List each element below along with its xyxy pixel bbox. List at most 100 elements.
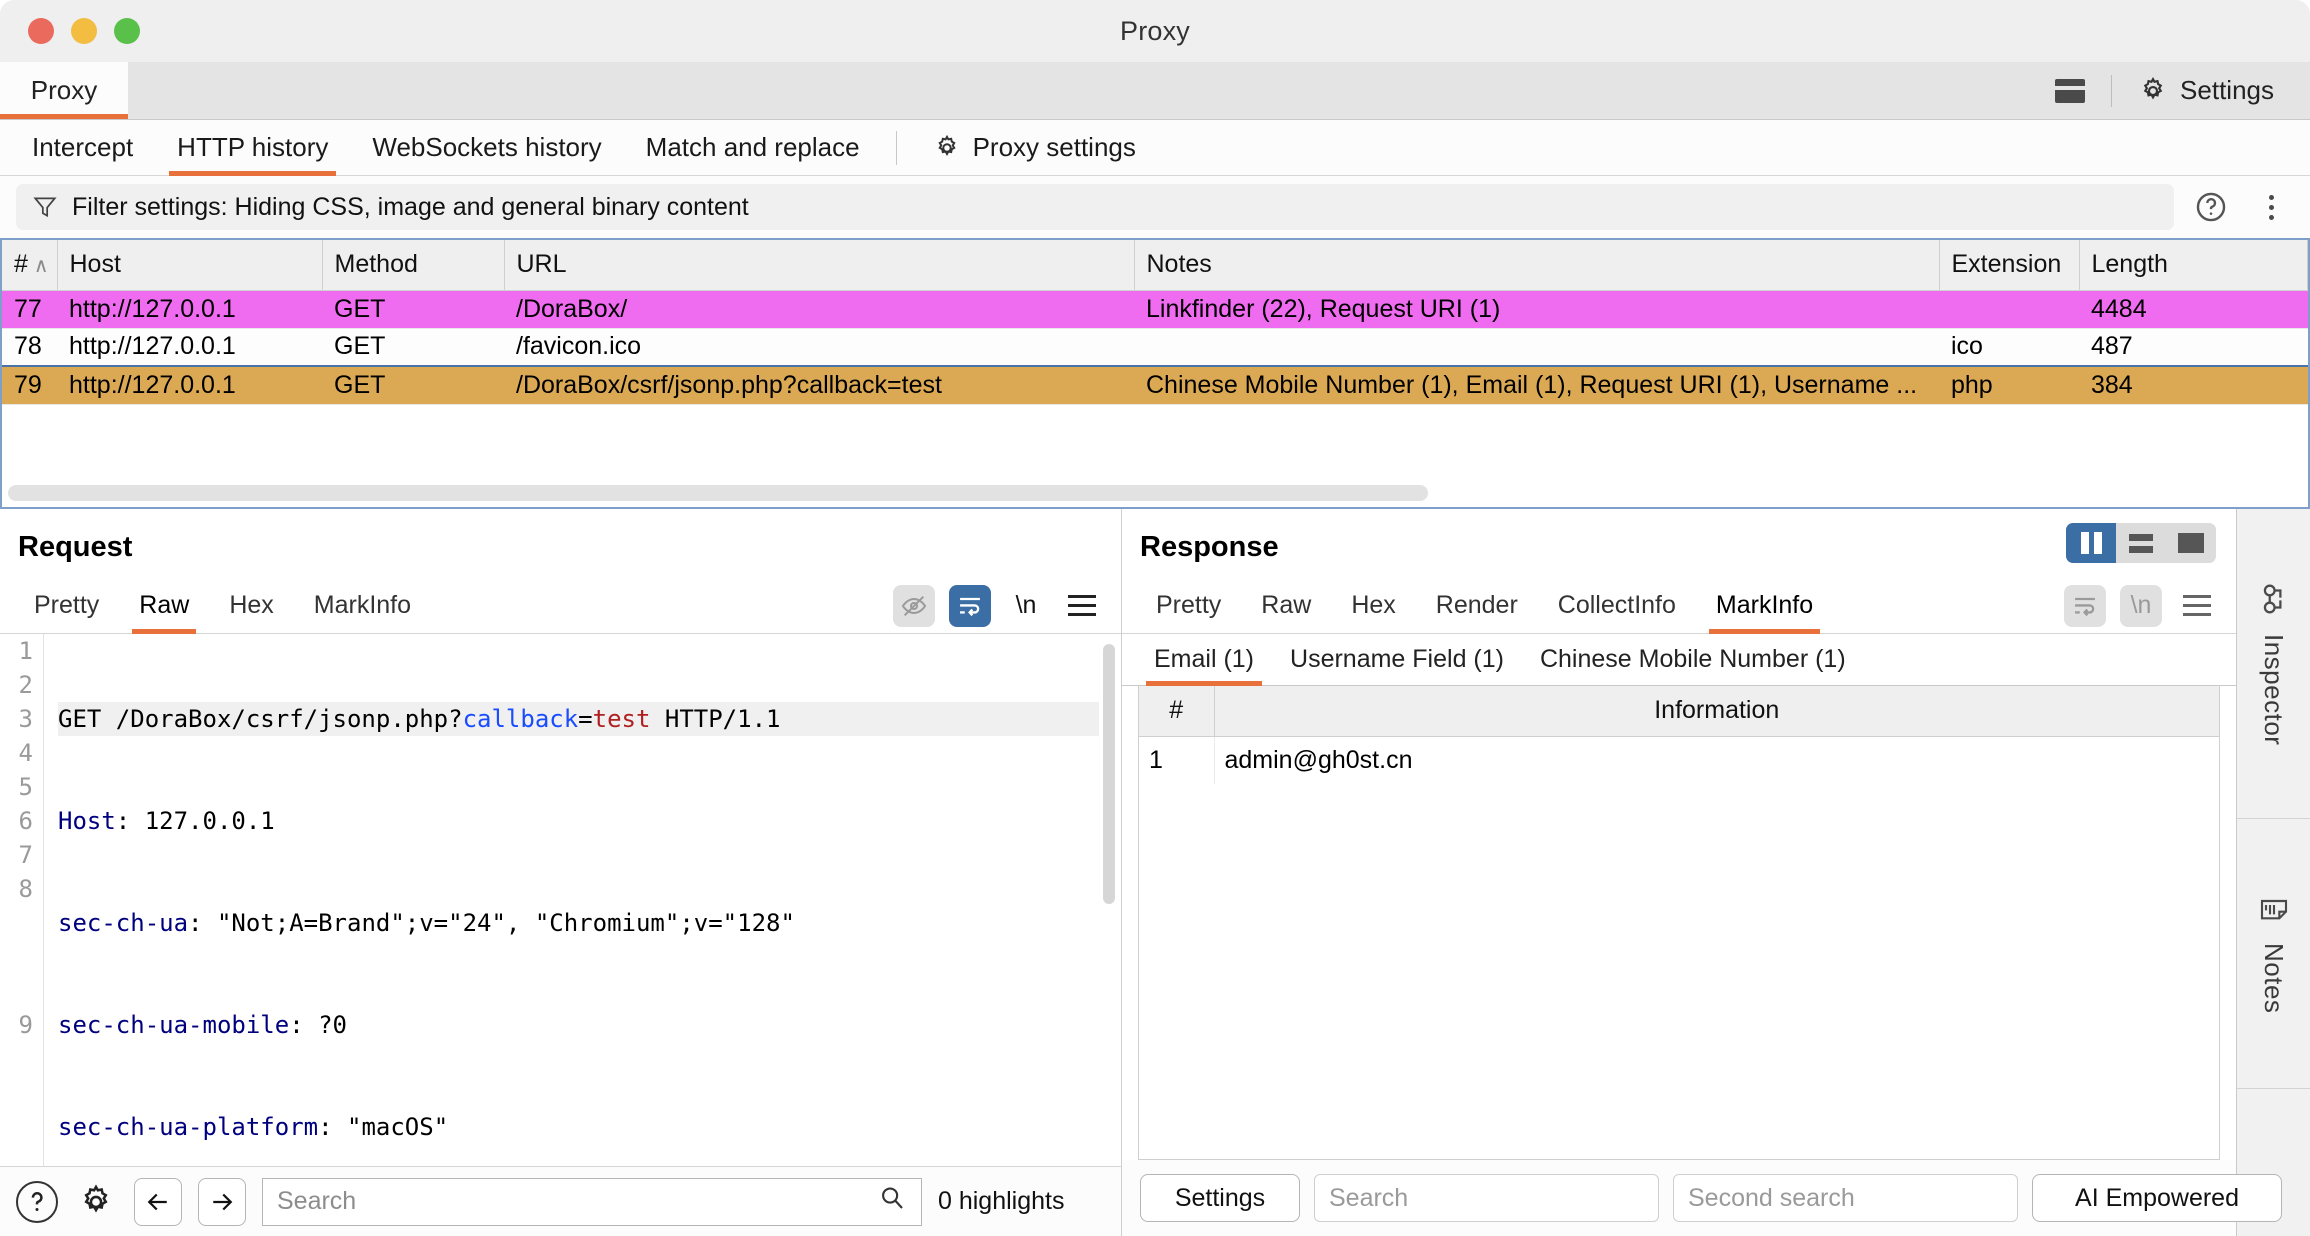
window-layout-button[interactable]: [2029, 62, 2111, 119]
funnel-icon: [33, 197, 57, 218]
view-split-horizontal-button[interactable]: [2116, 523, 2166, 563]
request-code-lines: GET /DoraBox/csrf/jsonp.php?callback=tes…: [44, 634, 1121, 1166]
request-tab-markinfo-label: MarkInfo: [313, 591, 412, 619]
sub-tab-websockets-history[interactable]: WebSockets history: [350, 120, 623, 176]
sub-tab-active-underline: [169, 170, 337, 176]
request-search-next-button[interactable]: [198, 1177, 246, 1226]
table-horizontal-scrollbar[interactable]: [8, 485, 1428, 501]
window-title: Proxy: [1119, 15, 1191, 46]
cell-length: 384: [2079, 365, 2308, 405]
response-tab-collectinfo[interactable]: CollectInfo: [1538, 578, 1696, 634]
request-vertical-scrollbar[interactable]: [1103, 644, 1115, 904]
response-word-wrap-button[interactable]: [2064, 584, 2106, 627]
arrow-left-icon: [147, 1193, 167, 1210]
code-token-header: sec-ch-ua: [58, 909, 189, 937]
request-search-placeholder: Search: [277, 1187, 357, 1215]
column-header-extension[interactable]: Extension: [1939, 240, 2080, 291]
request-tab-markinfo[interactable]: MarkInfo: [294, 578, 431, 634]
filter-settings-button[interactable]: Filter settings: Hiding CSS, image and g…: [16, 184, 2174, 230]
ai-empowered-button[interactable]: AI Empowered: [2032, 1174, 2282, 1222]
settings-button[interactable]: Settings: [2112, 75, 2284, 106]
request-code: 1 2 3 4 5 6 7 8 9 GET /DoraBox/csrf/json…: [0, 634, 1121, 1166]
application-tab-strip: Proxy Settings: [0, 62, 2310, 120]
table-row[interactable]: 78 http://127.0.0.1 GET /favicon.ico ico…: [2, 328, 2308, 367]
column-header-notes[interactable]: Notes: [1134, 240, 1940, 291]
sub-tab-http-history[interactable]: HTTP history: [155, 120, 350, 176]
markinfo-row[interactable]: 1 admin@gh0st.cn: [1139, 736, 2219, 784]
http-history-table: # ∧ Host Method URL Notes Extension Lengt…: [2, 240, 2308, 405]
response-tab-markinfo[interactable]: MarkInfo: [1696, 578, 1833, 634]
markinfo-tab-email-label: Email (1): [1154, 645, 1255, 673]
request-response-split: Request Pretty Raw Hex MarkInfo \n 1 2 3…: [0, 509, 2310, 1236]
question-circle-icon: [2196, 192, 2226, 222]
cell-extension: php: [1939, 365, 2079, 405]
markinfo-header-row: # Information: [1139, 686, 2219, 737]
view-split-vertical-button[interactable]: [2066, 523, 2116, 563]
request-hide-button[interactable]: [893, 584, 935, 627]
sub-tab-proxy-settings[interactable]: Proxy settings: [911, 120, 1158, 176]
request-code-viewer[interactable]: 1 2 3 4 5 6 7 8 9 GET /DoraBox/csrf/json…: [0, 634, 1121, 1166]
markinfo-tab-email[interactable]: Email (1): [1136, 634, 1272, 686]
settings-label: Settings: [2180, 75, 2274, 105]
request-tools: \n: [893, 584, 1121, 627]
table-row-selected[interactable]: 79 http://127.0.0.1 GET /DoraBox/csrf/js…: [2, 365, 2308, 405]
response-search-field[interactable]: Search: [1314, 1174, 1659, 1222]
line-number: 2: [18, 671, 33, 699]
response-newline-button[interactable]: \n: [2120, 584, 2162, 627]
sub-tab-intercept[interactable]: Intercept: [10, 120, 155, 176]
code-token: : "macOS": [318, 1113, 449, 1141]
line-number-spacer: [0, 906, 33, 1008]
table-row[interactable]: 77 http://127.0.0.1 GET /DoraBox/ Linkfi…: [2, 290, 2308, 329]
column-header-host[interactable]: Host: [57, 240, 323, 291]
request-settings-button[interactable]: [74, 1180, 118, 1224]
request-newline-button[interactable]: \n: [1005, 585, 1047, 627]
rail-item-inspector[interactable]: Inspector: [2237, 509, 2310, 819]
request-menu-button[interactable]: [1061, 585, 1103, 627]
request-tab-raw[interactable]: Raw: [119, 578, 209, 634]
request-word-wrap-button[interactable]: [949, 584, 991, 627]
code-token-value: test: [592, 705, 651, 733]
filter-overflow-menu-button[interactable]: [2248, 184, 2294, 230]
sub-tab-websockets-history-label: WebSockets history: [372, 132, 602, 162]
markinfo-column-information: Information: [1214, 686, 2219, 737]
request-line-numbers: 1 2 3 4 5 6 7 8 9: [0, 634, 44, 1166]
code-line-4: sec-ch-ua-mobile: ?0: [58, 1008, 1099, 1042]
markinfo-column-number: #: [1139, 686, 1215, 737]
tab-proxy[interactable]: Proxy: [0, 62, 128, 119]
markinfo-tab-username-field[interactable]: Username Field (1): [1272, 634, 1522, 686]
right-side-rail: Inspector Notes: [2236, 509, 2310, 1236]
line-number: 4: [18, 739, 33, 767]
request-help-button[interactable]: [16, 1180, 58, 1223]
code-token-param: callback: [462, 705, 579, 733]
column-header-length[interactable]: Length: [2079, 240, 2308, 291]
markinfo-tab-chinese-mobile-number[interactable]: Chinese Mobile Number (1): [1522, 634, 1864, 686]
code-line-1: GET /DoraBox/csrf/jsonp.php?callback=tes…: [58, 702, 1099, 736]
response-tab-pretty[interactable]: Pretty: [1136, 578, 1241, 634]
request-search-previous-button[interactable]: [134, 1177, 182, 1226]
hamburger-menu-icon: [2183, 595, 2211, 616]
column-header-url[interactable]: URL: [504, 240, 1135, 291]
response-tab-render[interactable]: Render: [1416, 578, 1538, 634]
request-tab-hex[interactable]: Hex: [209, 578, 293, 634]
request-pane-title: Request: [18, 531, 133, 563]
cell-notes: Chinese Mobile Number (1), Email (1), Re…: [1134, 365, 1939, 405]
request-tab-pretty[interactable]: Pretty: [14, 578, 119, 634]
response-tab-raw[interactable]: Raw: [1241, 578, 1331, 634]
response-menu-button[interactable]: [2176, 585, 2218, 627]
request-search-field[interactable]: Search: [262, 1177, 922, 1226]
sub-tab-match-and-replace[interactable]: Match and replace: [624, 120, 882, 176]
column-header-number[interactable]: # ∧: [2, 240, 58, 291]
response-settings-button[interactable]: Settings: [1140, 1174, 1300, 1222]
rail-item-notes[interactable]: Notes: [2237, 819, 2310, 1089]
window-title-bar: Proxy: [0, 0, 2310, 62]
column-header-method[interactable]: Method: [322, 240, 505, 291]
response-second-search-field[interactable]: Second search: [1673, 1174, 2018, 1222]
response-tab-hex[interactable]: Hex: [1331, 578, 1415, 634]
filter-help-button[interactable]: [2188, 184, 2234, 230]
newline-icon: \n: [2130, 591, 2152, 619]
view-single-pane-button[interactable]: [2166, 523, 2216, 563]
gear-icon: [2143, 76, 2163, 100]
request-tab-active-underline: [132, 628, 197, 634]
cell-number: 77: [2, 290, 57, 329]
app-tab-right-controls: Settings: [2029, 62, 2310, 119]
